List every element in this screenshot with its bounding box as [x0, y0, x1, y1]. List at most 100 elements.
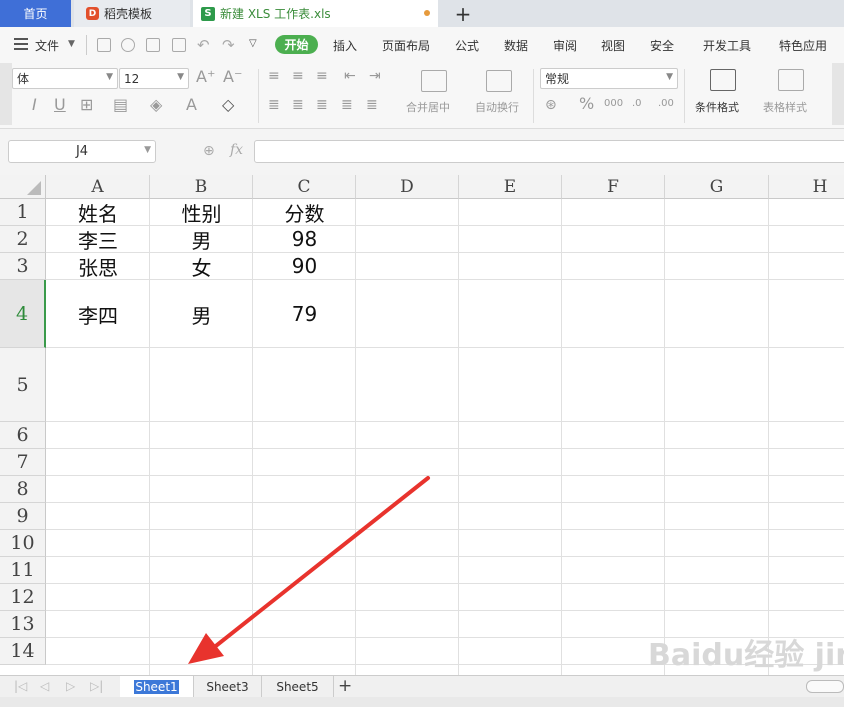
tab-home[interactable]: 首页 — [0, 0, 71, 27]
font-size-value: 12 — [124, 71, 140, 86]
distributed-icon[interactable]: ≣ — [366, 98, 378, 112]
sheet-tab-label: Sheet5 — [276, 680, 319, 694]
table-style-icon[interactable] — [778, 69, 804, 91]
sheet-tab-sheet5[interactable]: Sheet5 — [262, 676, 334, 698]
spreadsheet-grid[interactable]: A B C D E F G H 1 2 3 4 5 6 7 8 9 10 11 … — [0, 175, 844, 675]
menu-file[interactable]: 文件 — [35, 37, 59, 54]
chevron-down-icon: ▼ — [177, 72, 184, 82]
number-format-value: 常规 — [545, 72, 570, 86]
menu-bar: 文件 ▼ ↶ ↷ ▽ 开始 插入 页面布局 公式 数据 审阅 视图 安全 开发工… — [0, 27, 844, 63]
title-tab-bar: 首页 D 稻壳模板 S 新建 XLS 工作表.xls + — [0, 0, 844, 27]
percent-icon[interactable]: % — [579, 96, 594, 112]
currency-icon[interactable]: ⊛ — [545, 98, 557, 112]
thousands-icon[interactable]: 000 — [604, 97, 623, 111]
undo-icon[interactable]: ↶ — [197, 36, 210, 54]
menu-tab-insert[interactable]: 插入 — [333, 37, 357, 54]
plus-icon: + — [454, 1, 472, 26]
tab-template-label: 稻壳模板 — [104, 7, 153, 21]
print-icon[interactable] — [146, 38, 160, 52]
redo-icon[interactable]: ↷ — [222, 36, 235, 54]
decrease-font-icon[interactable]: A⁻ — [223, 69, 242, 85]
first-sheet-icon[interactable]: |◁ — [14, 679, 27, 693]
sheet-tab-label: Sheet3 — [206, 680, 249, 694]
next-sheet-icon[interactable]: ▷ — [66, 679, 75, 693]
ribbon-divider — [533, 69, 534, 123]
formula-bar: J4 ▼ ⊕ fx — [0, 129, 844, 175]
conditional-format-icon[interactable] — [710, 69, 736, 91]
menu-tab-formulas[interactable]: 公式 — [455, 37, 479, 54]
fx-icon[interactable]: fx — [230, 142, 243, 158]
menu-tab-data[interactable]: 数据 — [504, 37, 528, 54]
wrap-text-button[interactable]: 自动换行 — [475, 99, 519, 115]
menu-tab-special[interactable]: 特色应用 — [779, 37, 827, 54]
name-box[interactable]: J4 ▼ — [8, 140, 156, 163]
merge-center-button[interactable]: 合并居中 — [406, 99, 450, 115]
font-size-select[interactable]: 12 ▼ — [119, 68, 189, 89]
save-icon[interactable] — [97, 38, 111, 52]
italic-icon[interactable]: I — [32, 97, 37, 113]
horizontal-scrollbar[interactable] — [806, 680, 844, 693]
spreadsheet-logo-icon: S — [201, 6, 215, 21]
align-center-icon[interactable]: ≣ — [292, 98, 304, 112]
increase-indent-icon[interactable]: ⇥ — [369, 69, 381, 83]
ribbon-toolbar: 体 ▼ 12 ▼ A⁺ A⁻ I U ⊞ ▤ ◈ A ◇ ≡ ≡ ≡ ⇤ ⇥ ≣… — [0, 63, 844, 129]
customize-toolbar-icon[interactable]: ▽ — [249, 38, 257, 49]
eraser-icon[interactable]: ◇ — [222, 97, 234, 113]
decrease-indent-icon[interactable]: ⇤ — [344, 69, 356, 83]
ribbon-scroll-right[interactable] — [832, 63, 844, 125]
number-format-select[interactable]: 常规 ▼ — [540, 68, 678, 89]
merge-center-icon[interactable] — [421, 70, 447, 92]
menu-tab-security[interactable]: 安全 — [650, 37, 674, 54]
tab-document-label: 新建 XLS 工作表.xls — [220, 7, 331, 21]
ribbon-divider — [258, 69, 259, 123]
conditional-format-button[interactable]: 条件格式 — [695, 99, 739, 115]
decrease-decimal-icon[interactable]: .00 — [658, 97, 674, 111]
font-name-value: 体 — [17, 72, 30, 86]
menu-tab-developer[interactable]: 开发工具 — [703, 37, 751, 54]
cell-shading-icon[interactable]: ▤ — [113, 97, 128, 113]
chevron-down-icon[interactable]: ▼ — [68, 39, 75, 49]
prev-sheet-icon[interactable]: ◁ — [40, 679, 49, 693]
tab-document[interactable]: S 新建 XLS 工作表.xls — [193, 0, 438, 27]
align-middle-icon[interactable]: ≡ — [292, 69, 304, 83]
ribbon-divider — [684, 69, 685, 123]
align-left-icon[interactable]: ≣ — [268, 98, 280, 112]
sheet-tab-sheet3[interactable]: Sheet3 — [194, 676, 262, 698]
font-name-select[interactable]: 体 ▼ — [12, 68, 118, 89]
align-right-icon[interactable]: ≣ — [316, 98, 328, 112]
chevron-down-icon: ▼ — [144, 145, 151, 155]
increase-decimal-icon[interactable]: .0 — [632, 97, 642, 111]
red-arrow-annotation — [188, 476, 430, 664]
wrap-text-icon[interactable] — [486, 70, 512, 92]
chevron-down-icon: ▼ — [666, 72, 673, 82]
fill-color-icon[interactable]: ◈ — [150, 97, 162, 113]
toolbar-divider — [86, 35, 87, 55]
format-painter-icon[interactable] — [121, 38, 135, 52]
menu-tab-page-layout[interactable]: 页面布局 — [382, 37, 430, 54]
print-preview-icon[interactable] — [172, 38, 186, 52]
zoom-icon[interactable]: ⊕ — [203, 143, 215, 159]
ribbon-collapse-handle[interactable] — [0, 63, 12, 125]
align-top-icon[interactable]: ≡ — [268, 69, 280, 83]
sheet-tab-sheet1[interactable]: Sheet1 — [120, 676, 194, 698]
font-color-icon[interactable]: A — [186, 97, 197, 113]
table-style-button[interactable]: 表格样式 — [763, 99, 807, 115]
menu-tab-start[interactable]: 开始 — [275, 35, 318, 54]
menu-tab-view[interactable]: 视图 — [601, 37, 625, 54]
increase-font-icon[interactable]: A⁺ — [196, 69, 215, 85]
tab-home-label: 首页 — [23, 7, 48, 21]
add-sheet-button[interactable]: + — [338, 676, 352, 696]
chevron-down-icon: ▼ — [106, 72, 113, 82]
sheet-tab-bar: |◁ ◁ ▷ ▷| Sheet1 Sheet3 Sheet5 + — [0, 675, 844, 698]
new-tab-button[interactable]: + — [448, 0, 478, 27]
justify-icon[interactable]: ≣ — [341, 98, 353, 112]
border-icon[interactable]: ⊞ — [80, 97, 93, 113]
hamburger-icon[interactable] — [14, 38, 28, 50]
tab-docer-template[interactable]: D 稻壳模板 — [74, 0, 190, 27]
menu-tab-review[interactable]: 审阅 — [553, 37, 577, 54]
underline-icon[interactable]: U — [54, 97, 66, 113]
last-sheet-icon[interactable]: ▷| — [90, 679, 103, 693]
formula-input[interactable] — [254, 140, 844, 163]
align-bottom-icon[interactable]: ≡ — [316, 69, 328, 83]
status-bar — [0, 697, 844, 707]
